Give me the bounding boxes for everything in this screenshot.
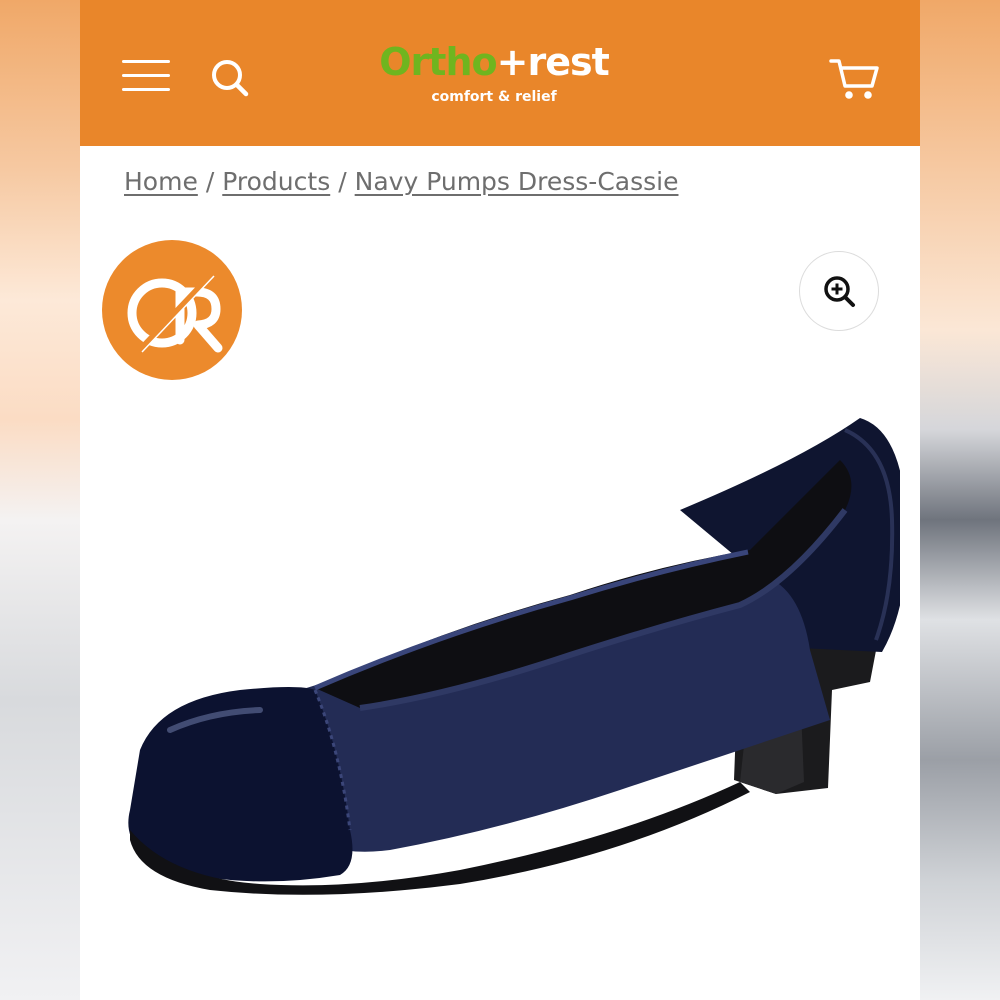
logo-word-rest: +rest: [496, 40, 610, 84]
breadcrumb-products[interactable]: Products: [222, 167, 330, 196]
search-icon[interactable]: [208, 56, 252, 100]
mobile-page: Ortho+rest comfort & relief Home / Product…: [80, 0, 920, 1000]
cart-icon[interactable]: [828, 56, 882, 102]
background-right: [920, 0, 1000, 1000]
zoom-in-icon: [824, 276, 855, 307]
breadcrumb-separator: /: [205, 167, 215, 196]
product-image[interactable]: [100, 390, 907, 920]
breadcrumb-home[interactable]: Home: [124, 167, 198, 196]
brand-badge-logo: [102, 240, 242, 380]
breadcrumb: Home / Products / Navy Pumps Dress-Cassie: [124, 160, 678, 204]
background-left: [0, 0, 80, 1000]
logo-word-ortho: Ortho: [379, 40, 497, 84]
zoom-button[interactable]: [799, 251, 879, 331]
breadcrumb-separator: /: [338, 167, 347, 196]
breadcrumb-current-product[interactable]: Navy Pumps Dress-Cassie: [355, 167, 679, 196]
navy-pump-shoe: [128, 418, 907, 895]
or-monogram-icon: [127, 271, 223, 355]
site-header: Ortho+rest comfort & relief: [80, 0, 920, 146]
site-logo[interactable]: Ortho+rest comfort & relief: [364, 38, 624, 118]
logo-tagline: comfort & relief: [431, 89, 557, 105]
hamburger-menu-icon[interactable]: [122, 58, 170, 94]
logo-wordmark: Ortho+rest: [364, 38, 624, 86]
